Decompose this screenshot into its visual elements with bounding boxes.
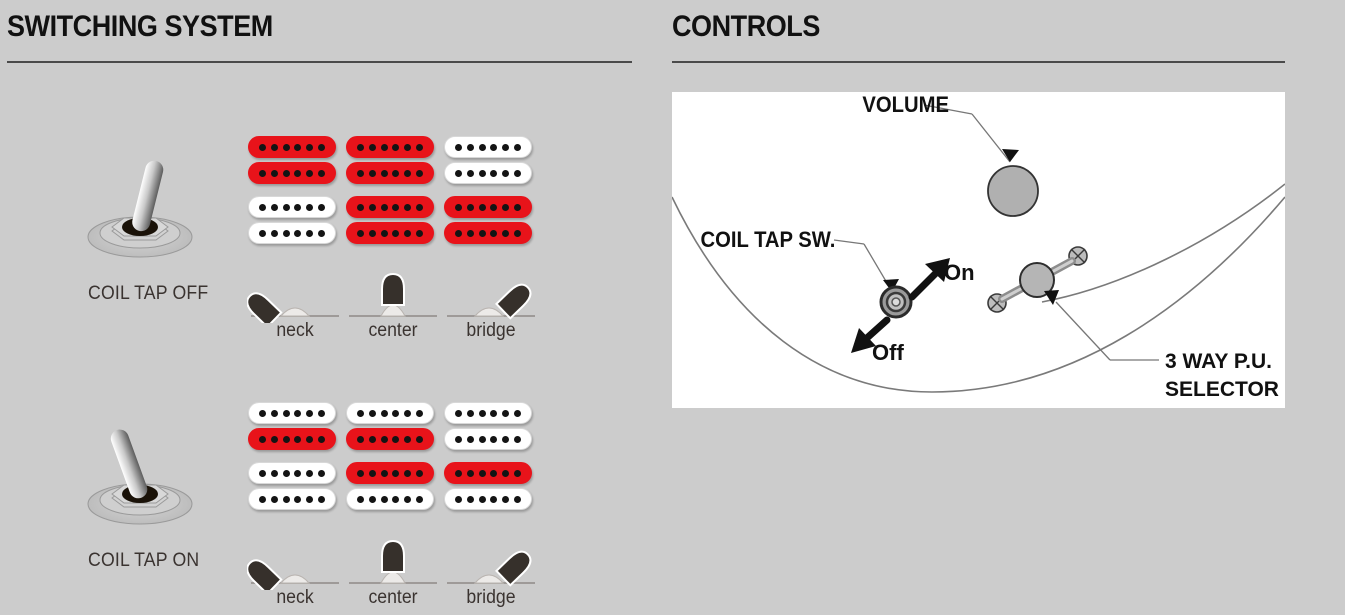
coil <box>346 428 434 450</box>
pickup-bridge-pos-center-taps-on <box>346 462 434 514</box>
pickup-bridge-pos-bridge-taps-on <box>444 462 532 514</box>
coil <box>346 402 434 424</box>
coil <box>248 136 336 158</box>
pickup-bridge-pos-neck-taps-on <box>248 462 336 514</box>
coil <box>444 462 532 484</box>
selector-label-neck-off: neck <box>276 320 314 341</box>
coil <box>346 462 434 484</box>
switching-system-title: SWITCHING SYSTEM <box>7 10 273 43</box>
toggle-switch-on-icon[interactable] <box>82 412 202 542</box>
body-outline-upper <box>1041 183 1285 303</box>
selector-callout-line1: 3 WAY P.U. <box>1165 350 1272 373</box>
coil <box>346 136 434 158</box>
coil <box>346 222 434 244</box>
coil <box>248 162 336 184</box>
coil <box>444 488 532 510</box>
toggle-label-off: COIL TAP OFF <box>88 283 209 304</box>
pickup-neck-pos-bridge-taps-on <box>444 402 532 454</box>
toggle-label-on: COIL TAP ON <box>88 550 200 571</box>
coil <box>444 196 532 218</box>
coil <box>444 402 532 424</box>
spec-sheet-page: SWITCHING SYSTEM COIL TAP OFF neck cente… <box>0 0 1345 615</box>
selector-label-center-off: center <box>368 320 418 341</box>
coil <box>444 136 532 158</box>
coil <box>444 222 532 244</box>
coil <box>248 196 336 218</box>
coil <box>444 428 532 450</box>
coil <box>346 162 434 184</box>
pickup-neck-pos-neck-taps-off <box>248 136 336 188</box>
coil <box>248 222 336 244</box>
selector-label-bridge-off: bridge <box>466 320 516 341</box>
pickup-bridge-pos-center-taps-off <box>346 196 434 248</box>
left-divider <box>7 61 632 63</box>
coil <box>248 488 336 510</box>
coil <box>444 162 532 184</box>
selector-label-bridge-on: bridge <box>466 587 516 608</box>
selector-label-neck-on: neck <box>276 587 314 608</box>
volume-knob-shape <box>987 165 1039 217</box>
pickup-neck-pos-bridge-taps-off <box>444 136 532 188</box>
coil <box>346 196 434 218</box>
selector-label-center-on: center <box>368 587 418 608</box>
coil <box>248 428 336 450</box>
coil-tap-callout-text: COIL TAP SW. <box>701 228 836 252</box>
controls-title: CONTROLS <box>672 10 820 43</box>
pickup-bridge-pos-bridge-taps-off <box>444 196 532 248</box>
pickup-bridge-pos-neck-taps-off <box>248 196 336 248</box>
coil <box>346 488 434 510</box>
off-callout-text: Off <box>872 340 904 365</box>
selector-callout-line2: SELECTOR <box>1165 378 1279 401</box>
coil <box>248 402 336 424</box>
pickup-neck-pos-center-taps-on <box>346 402 434 454</box>
toggle-switch-off-icon[interactable] <box>82 145 202 275</box>
coil <box>248 462 336 484</box>
on-callout-text: On <box>944 260 975 285</box>
pickup-neck-pos-center-taps-off <box>346 136 434 188</box>
controls-diagram: VOLUME COIL TAP SW. On Off 3 WAY P.U. SE… <box>672 92 1285 408</box>
volume-callout-text: VOLUME <box>862 93 949 117</box>
pickup-neck-pos-neck-taps-on <box>248 402 336 454</box>
right-divider <box>672 61 1285 63</box>
